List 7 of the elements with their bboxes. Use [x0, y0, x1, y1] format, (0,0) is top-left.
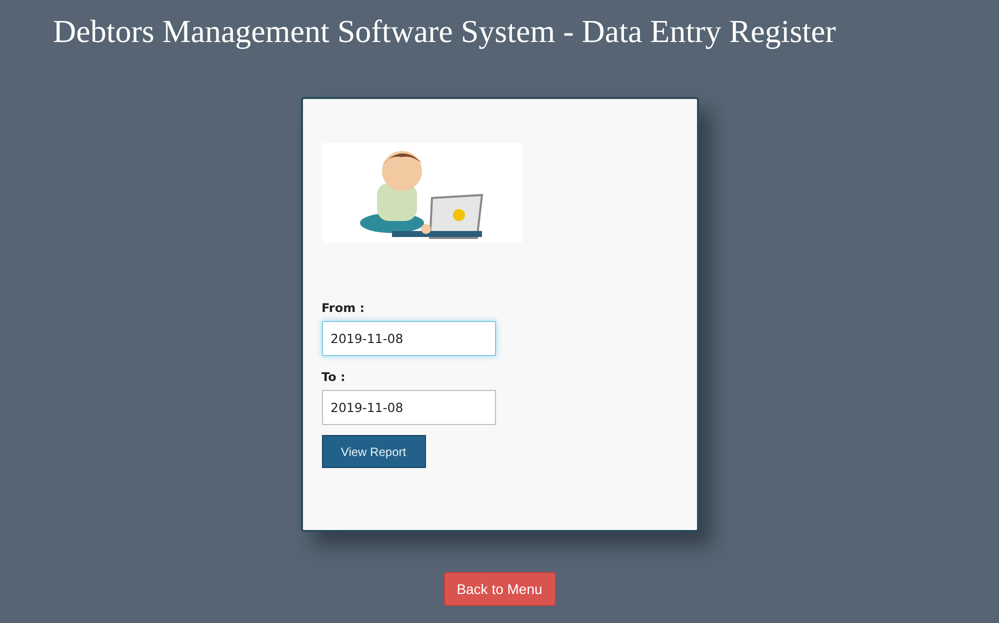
date-field[interactable]: 2019-11-08 [322, 390, 496, 425]
field-label: From : [322, 301, 366, 315]
view-report-button[interactable]: View Report [322, 435, 426, 468]
date-field[interactable]: 2019-11-08 [322, 321, 496, 356]
back-to-menu-button[interactable]: Back to Menu [444, 572, 556, 606]
field-label: To : [322, 370, 346, 384]
page-title: Debtors Management Software System - Data Entry Register [53, 13, 836, 50]
